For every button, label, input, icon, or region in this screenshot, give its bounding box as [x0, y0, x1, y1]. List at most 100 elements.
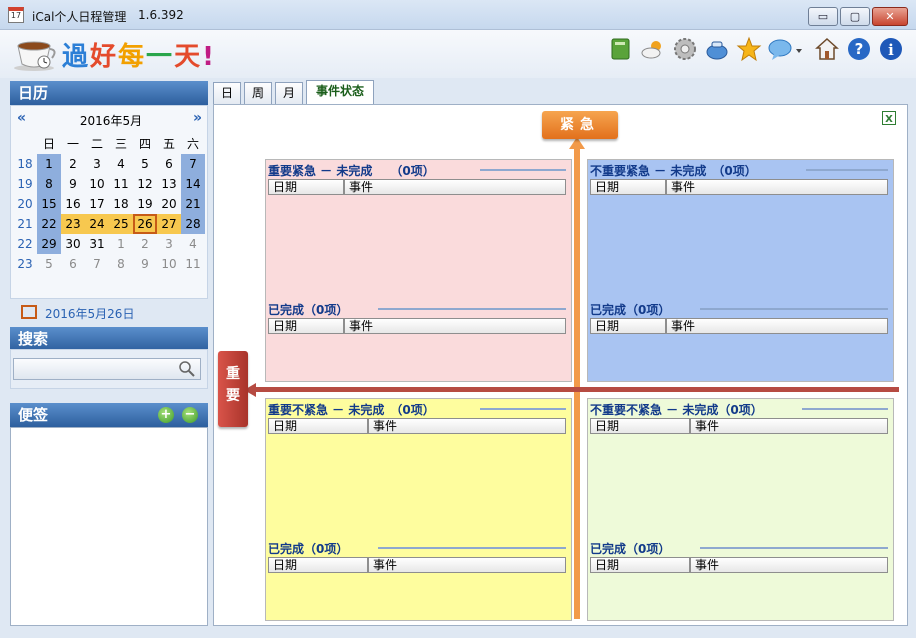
calendar-day[interactable]: 6 [157, 154, 181, 174]
tab-month[interactable]: 月 [275, 82, 303, 104]
pending-event-column-header[interactable]: 事件 [344, 179, 566, 195]
calendar-day[interactable]: 16 [61, 194, 85, 214]
calendar-day[interactable]: 18 [109, 194, 133, 214]
done-date-column-header[interactable]: 日期 [268, 318, 344, 334]
gear-icon[interactable] [672, 36, 698, 62]
calendar-day[interactable]: 10 [85, 174, 109, 194]
calendar-day[interactable]: 20 [157, 194, 181, 214]
calendar-month-label: 2016年5月 [79, 114, 143, 128]
calendar-day[interactable]: 4 [109, 154, 133, 174]
pending-event-column-header[interactable]: 事件 [368, 418, 566, 434]
calendar-day[interactable]: 26 [133, 214, 157, 234]
remove-note-button[interactable]: − [182, 407, 198, 423]
done-date-column-header[interactable]: 日期 [590, 557, 690, 573]
pending-date-column-header[interactable]: 日期 [268, 418, 368, 434]
calendar-day[interactable]: 15 [37, 194, 61, 214]
calendar-day[interactable]: 1 [109, 234, 133, 254]
calendar-day[interactable]: 2 [133, 234, 157, 254]
calendar-day[interactable]: 24 [85, 214, 109, 234]
notes-area[interactable] [10, 427, 208, 626]
calendar-day[interactable]: 21 [181, 194, 205, 214]
close-button[interactable]: ✕ [872, 7, 908, 26]
calendar-day[interactable]: 5 [133, 154, 157, 174]
logo-slogan: 過好每一天! [62, 42, 216, 72]
book-icon[interactable] [608, 36, 634, 62]
calendar-day[interactable]: 25 [109, 214, 133, 234]
info-icon[interactable]: i [878, 36, 904, 62]
calendar-week-number[interactable]: 22 [13, 234, 37, 254]
tab-day[interactable]: 日 [213, 82, 241, 104]
weather-icon[interactable] [640, 36, 666, 62]
calendar-day[interactable]: 7 [181, 154, 205, 174]
calendar-day[interactable]: 23 [61, 214, 85, 234]
calendar-day[interactable]: 9 [133, 254, 157, 274]
minimize-button[interactable]: ▭ [808, 7, 838, 26]
calendar-day[interactable]: 1 [37, 154, 61, 174]
done-date-column-header[interactable]: 日期 [590, 318, 666, 334]
calendar-day[interactable]: 8 [109, 254, 133, 274]
calendar-day[interactable]: 3 [157, 234, 181, 254]
search-icon[interactable] [178, 360, 196, 378]
tab-week[interactable]: 周 [244, 82, 272, 104]
calendar-day[interactable]: 30 [61, 234, 85, 254]
done-event-column-header[interactable]: 事件 [690, 557, 888, 573]
calendar-day[interactable]: 2 [61, 154, 85, 174]
tab-event-status[interactable]: 事件状态 [306, 80, 374, 104]
done-event-column-header[interactable]: 事件 [666, 318, 888, 334]
calendar-day[interactable]: 9 [61, 174, 85, 194]
calendar-day[interactable]: 11 [109, 174, 133, 194]
calendar-weekday-row: 日一二三四五六 [13, 134, 205, 154]
calendar-weekday-header: 六 [186, 137, 199, 151]
today-label[interactable]: 2016年5月26日 [45, 305, 134, 322]
calendar-week-number[interactable]: 23 [13, 254, 37, 274]
calendar-day[interactable]: 4 [181, 234, 205, 254]
calendar-day[interactable]: 3 [85, 154, 109, 174]
pending-date-column-header[interactable]: 日期 [590, 418, 690, 434]
calendar-week-number[interactable]: 18 [13, 154, 37, 174]
calendar-week-number[interactable]: 20 [13, 194, 37, 214]
calendar-day[interactable]: 11 [181, 254, 205, 274]
pending-event-column-header[interactable]: 事件 [666, 179, 888, 195]
tea-icon[interactable] [704, 36, 730, 62]
pending-date-column-header[interactable]: 日期 [268, 179, 344, 195]
calendar-day[interactable]: 31 [85, 234, 109, 254]
calendar-day[interactable]: 19 [133, 194, 157, 214]
help-icon[interactable]: ? [846, 36, 872, 62]
calendar-week-row: 23 5 6 7 8 9 10 11 [13, 254, 205, 274]
add-note-button[interactable]: + [158, 407, 174, 423]
calendar-day[interactable]: 22 [37, 214, 61, 234]
calendar-day[interactable]: 28 [181, 214, 205, 234]
maximize-button[interactable]: ▢ [840, 7, 870, 26]
calendar-day[interactable]: 6 [61, 254, 85, 274]
chat-icon[interactable] [768, 36, 804, 62]
pending-date-column-header[interactable]: 日期 [590, 179, 666, 195]
calendar-day[interactable]: 12 [133, 174, 157, 194]
excel-export-icon[interactable]: X [882, 111, 896, 125]
window-version: 1.6.392 [138, 8, 184, 22]
star-icon[interactable] [736, 36, 762, 62]
calendar-day[interactable]: 17 [85, 194, 109, 214]
calendar-day[interactable]: 29 [37, 234, 61, 254]
calendar-weekday-header: 四 [138, 137, 151, 151]
calendar-day[interactable]: 10 [157, 254, 181, 274]
notes-header: 便签 + − [10, 403, 208, 427]
calendar-day[interactable]: 13 [157, 174, 181, 194]
calendar-day[interactable]: 27 [157, 214, 181, 234]
calendar-day[interactable]: 7 [85, 254, 109, 274]
pending-event-column-header[interactable]: 事件 [690, 418, 888, 434]
done-date-column-header[interactable]: 日期 [268, 557, 368, 573]
calendar-week-number[interactable]: 21 [13, 214, 37, 234]
calendar-prev-button[interactable]: « [17, 110, 26, 126]
left-panel: 日历 « 2016年5月 » 日一二三四五六 18 1 2 3 4 5 6 7 19 8 9 10 11 1… [10, 81, 208, 626]
calendar-week-number[interactable]: 19 [13, 174, 37, 194]
calendar-day[interactable]: 5 [37, 254, 61, 274]
important-label-char-1: 重 [226, 366, 240, 382]
quadrant-done-title: 已完成（0项） [590, 303, 671, 317]
calendar-next-button[interactable]: » [193, 110, 202, 126]
search-input[interactable] [13, 358, 201, 380]
calendar-day[interactable]: 8 [37, 174, 61, 194]
done-event-column-header[interactable]: 事件 [344, 318, 566, 334]
home-icon[interactable] [814, 36, 840, 62]
done-event-column-header[interactable]: 事件 [368, 557, 566, 573]
calendar-day[interactable]: 14 [181, 174, 205, 194]
